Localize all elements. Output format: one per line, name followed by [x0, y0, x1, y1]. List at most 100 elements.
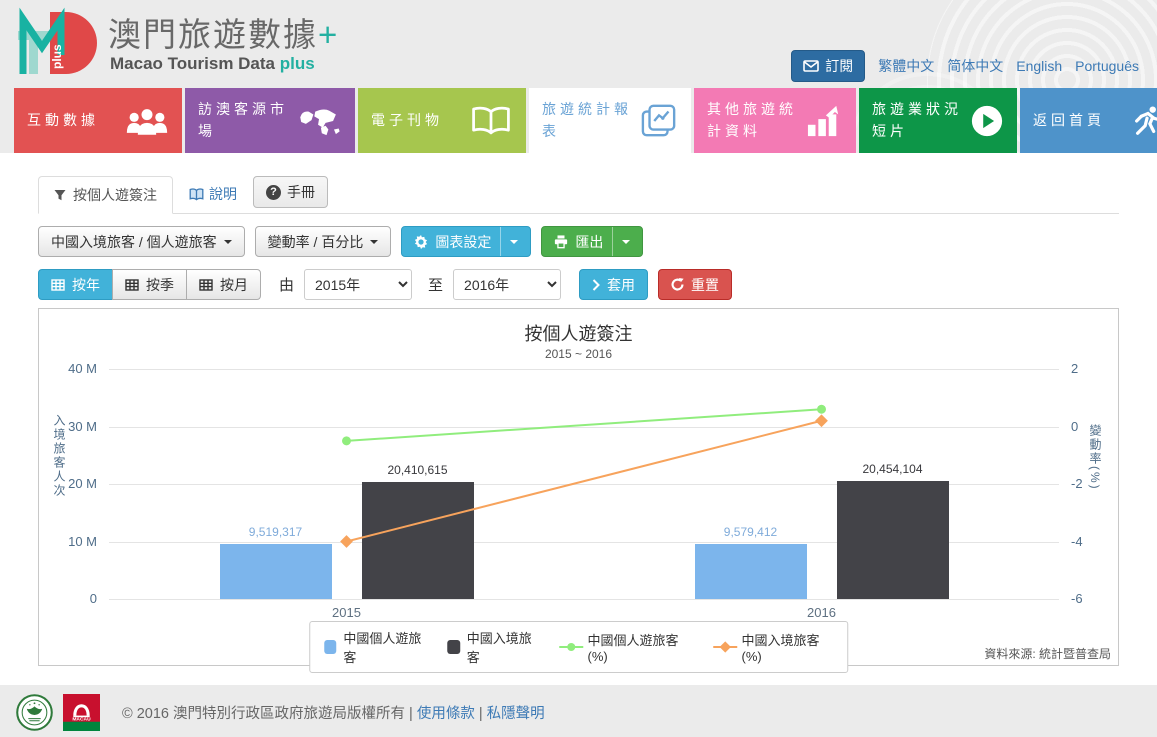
info-book-icon [189, 188, 204, 201]
runner-icon [1131, 104, 1157, 138]
nav-interactive-data[interactable]: 互動數據 [14, 88, 182, 153]
caret-down-icon [224, 240, 232, 244]
report-icon [640, 103, 678, 139]
header-actions: 訂閱 繁體中文 简体中文 English Português [791, 50, 1139, 82]
left-axis-ticks: 40 M30 M20 M10 M0 [39, 369, 97, 599]
play-icon [970, 104, 1004, 138]
left-axis-tick-label: 40 M [39, 361, 97, 376]
nav-tourism-videos[interactable]: 旅遊業狀況短片 [859, 88, 1017, 153]
chart-subtitle: 2015 ~ 2016 [39, 347, 1118, 361]
right-axis-ticks: 20-2-4-6 [1071, 369, 1121, 599]
filter-row-2: 按年 按季 按月 由 2015年 至 2016年 套用 [38, 269, 1119, 300]
reset-icon [671, 278, 684, 291]
lang-traditional-chinese[interactable]: 繁體中文 [878, 56, 934, 76]
subscribe-button[interactable]: 訂閱 [791, 50, 865, 82]
right-axis-tick-label: 0 [1071, 419, 1121, 434]
tab-by-ivs-endorsement[interactable]: 按個人遊簽注 [38, 176, 173, 214]
legend-item-ivs-visitors-pct[interactable]: 中國個人遊旅客 (%) [559, 630, 691, 664]
chevron-right-icon [592, 279, 600, 291]
period-button-group: 按年 按季 按月 [38, 269, 261, 300]
manual-button[interactable]: ? 手冊 [253, 176, 328, 208]
chart-legend: 中國個人遊旅客 中國入境旅客 中國個人遊旅客 (%) 中國入境旅客 (%) [309, 621, 849, 673]
plot-area: 9,519,3179,579,41220,410,61520,454,104 [109, 369, 1059, 599]
page-title: 澳門旅遊數據+ [108, 8, 339, 56]
filter-row-1: 中國入境旅客 / 個人遊旅客 變動率 / 百分比 圖表設定 匯出 [38, 226, 1119, 257]
nav-e-publications[interactable]: 電子刊物 [358, 88, 526, 153]
mgto-logo[interactable]: MACAU [63, 694, 100, 731]
terms-link[interactable]: 使用條款 [417, 706, 475, 722]
data-source-caption: 資料來源: 統計暨普查局 [984, 645, 1111, 662]
left-axis-tick-label: 20 M [39, 476, 97, 491]
metric-dropdown[interactable]: 變動率 / 百分比 [255, 226, 392, 257]
people-icon [125, 106, 169, 136]
tab-explanation[interactable]: 說明 [189, 184, 237, 213]
legend-item-mainland-visitors[interactable]: 中國入境旅客 [447, 628, 537, 666]
gear-icon [414, 235, 428, 249]
footer: MACAU © 2016 澳門特別行政區政府旅遊局版權所有 | 使用條款 | 私… [0, 685, 1157, 737]
grid-icon [199, 279, 213, 291]
to-label: 至 [428, 274, 443, 295]
legend-symbol [324, 640, 337, 654]
by-month-button[interactable]: 按月 [186, 269, 261, 300]
right-axis-tick-label: -4 [1071, 534, 1121, 549]
from-year-select[interactable]: 2015年 [304, 269, 412, 300]
page: plus 澳門旅遊數據+ Macao Tourism Data plus 訂閱 … [0, 0, 1157, 737]
reset-button[interactable]: 重置 [658, 269, 732, 300]
header: plus 澳門旅遊數據+ Macao Tourism Data plus 訂閱 … [0, 0, 1157, 88]
nav-tourism-statistics-reports[interactable]: 旅遊統計報表 [529, 88, 691, 153]
to-year-select[interactable]: 2016年 [453, 269, 561, 300]
open-book-icon [469, 105, 513, 137]
main-nav: 互動數據 訪澳客源市場 電子刊物 旅遊統計報表 其他旅遊統計資料 [0, 88, 1157, 153]
logo-plus-text: plus [50, 44, 64, 69]
by-year-button[interactable]: 按年 [38, 269, 113, 300]
nav-other-tourism-statistics[interactable]: 其他旅遊統計資料 [694, 88, 856, 153]
grid-icon [125, 279, 139, 291]
nav-back-to-home[interactable]: 返回首頁 [1020, 88, 1157, 153]
macao-government-logo[interactable] [16, 694, 53, 731]
lang-portuguese[interactable]: Português [1075, 58, 1139, 74]
grid-icon [51, 279, 65, 291]
caret-down-icon[interactable] [622, 240, 630, 244]
nav-visitor-source-markets[interactable]: 訪澳客源市場 [185, 88, 355, 153]
world-map-icon [296, 106, 342, 136]
chart-panel: 按個人遊簽注 2015 ~ 2016 入境旅客人次 變動率(%) 40 M30 … [38, 308, 1119, 666]
legend-symbol [447, 640, 460, 654]
lang-simplified-chinese[interactable]: 简体中文 [947, 56, 1003, 76]
filter-icon [54, 189, 66, 201]
mail-icon [803, 60, 819, 72]
export-button[interactable]: 匯出 [541, 226, 643, 257]
caret-down-icon[interactable] [510, 240, 518, 244]
question-icon: ? [266, 185, 281, 200]
tab-bar: 按個人遊簽注 說明 ? 手冊 [38, 178, 1119, 214]
site-logo[interactable]: plus [16, 7, 100, 81]
legend-symbol [713, 641, 735, 653]
series-dropdown[interactable]: 中國入境旅客 / 個人遊旅客 [38, 226, 245, 257]
legend-item-mainland-visitors-pct[interactable]: 中國入境旅客 (%) [713, 630, 833, 664]
right-axis-tick-label: -6 [1071, 591, 1121, 606]
caret-down-icon [370, 240, 378, 244]
main-content: 按個人遊簽注 說明 ? 手冊 中國入境旅客 / 個人遊旅客 變動率 / 百分比 [0, 153, 1157, 685]
legend-symbol [559, 641, 581, 653]
left-axis-tick-label: 30 M [39, 419, 97, 434]
right-axis-tick-label: -2 [1071, 476, 1121, 491]
apply-button[interactable]: 套用 [579, 269, 648, 300]
line-series-layer [109, 369, 1059, 599]
chart-title: 按個人遊簽注 [39, 320, 1118, 346]
svg-text:MACAU: MACAU [72, 717, 91, 723]
gridline [109, 599, 1059, 600]
page-subtitle: Macao Tourism Data plus [110, 54, 315, 74]
right-axis-tick-label: 2 [1071, 361, 1121, 376]
by-quarter-button[interactable]: 按季 [112, 269, 187, 300]
left-axis-tick-label: 10 M [39, 534, 97, 549]
x-axis-category-label: 2016 [782, 605, 862, 620]
chart-settings-button[interactable]: 圖表設定 [401, 226, 531, 257]
x-axis-category-label: 2015 [307, 605, 387, 620]
privacy-link[interactable]: 私隱聲明 [487, 706, 545, 722]
lang-english[interactable]: English [1016, 58, 1062, 74]
from-label: 由 [279, 274, 294, 295]
printer-icon [554, 235, 568, 249]
copyright-text: © 2016 澳門特別行政區政府旅遊局版權所有 | 使用條款 | 私隱聲明 [122, 702, 545, 723]
legend-item-ivs-visitors[interactable]: 中國個人遊旅客 [324, 628, 425, 666]
bar-chart-icon [805, 104, 843, 138]
left-axis-tick-label: 0 [39, 591, 97, 606]
